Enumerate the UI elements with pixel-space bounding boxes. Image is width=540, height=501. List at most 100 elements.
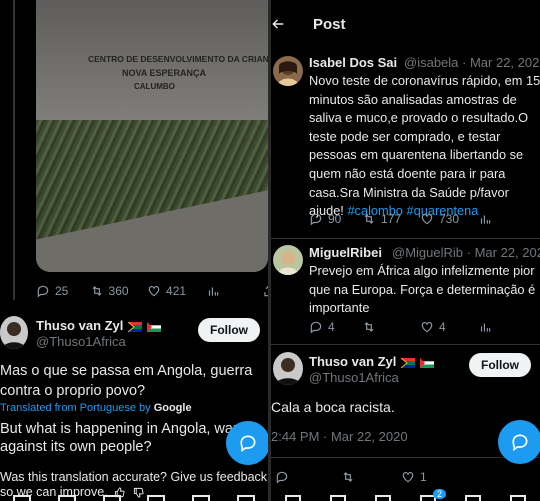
retweet-button[interactable] <box>362 320 420 334</box>
like-button[interactable]: 421 <box>147 284 206 298</box>
like-button[interactable]: 1 <box>401 470 461 484</box>
heart-icon <box>148 286 160 297</box>
tweet-handle[interactable]: @Thuso1Africa <box>309 370 399 385</box>
heart-icon <box>402 472 414 483</box>
avatar-photo <box>0 316 28 349</box>
tweet-handle: @MiguelRib <box>392 245 463 260</box>
reply-text: Mas o que se passa em Angola, guerra con… <box>0 363 253 399</box>
views-button[interactable] <box>478 320 528 334</box>
separator <box>271 344 540 345</box>
reply-count: 4 <box>328 320 335 334</box>
messages-tab-icon[interactable] <box>236 495 255 501</box>
reply-button[interactable]: 4 <box>309 320 362 334</box>
left-tweet-actions: 25 360 421 <box>36 284 268 298</box>
right-pane: Post Isabel Dos Sai @isabela · Mar 22, 2… <box>271 0 540 501</box>
grok-tab-icon[interactable] <box>375 495 392 501</box>
tweet-handle-date[interactable]: @MiguelRib · Mar 22, 2020 <box>392 245 540 260</box>
avatar-photo <box>273 56 303 86</box>
avatar[interactable] <box>273 352 303 385</box>
home-tab-icon[interactable] <box>13 495 32 501</box>
google-logo: Google <box>153 402 192 414</box>
separator <box>271 238 540 239</box>
tweet-handle-date[interactable]: @isabela · Mar 22, 2020 <box>404 55 540 70</box>
south-africa-flag-icon <box>128 321 143 332</box>
like-count: 730 <box>439 212 460 226</box>
tweet-author-name[interactable]: MiguelRibei <box>309 245 382 260</box>
search-tab-icon[interactable] <box>330 495 347 501</box>
tweet-date: · Mar 22, 2020 <box>466 245 540 260</box>
like-count: 421 <box>166 284 187 298</box>
notification-badge: 2 <box>433 489 447 499</box>
sign-line-2: NOVA ESPERANÇA <box>122 68 207 78</box>
avatar-photo <box>273 352 303 385</box>
avatar[interactable] <box>0 316 28 349</box>
translated-from-label[interactable]: Translated from Portuguese by <box>0 402 151 414</box>
sign-line-3: CALUMBO <box>134 82 175 91</box>
tweet-photo[interactable]: CENTRO DE DESENVOLVIMENTO DA CRIANÇA NOV… <box>36 0 268 272</box>
reply-button[interactable] <box>275 470 341 484</box>
reply-author-handle[interactable]: @Thuso1Africa <box>36 334 126 349</box>
heart-icon <box>421 322 433 333</box>
tweet-text-body: Novo teste de coronavírus rápido, em 15 … <box>309 73 540 219</box>
retweet-button[interactable]: 177 <box>362 212 420 226</box>
retweet-count: 177 <box>381 212 402 226</box>
heart-icon <box>421 214 433 225</box>
compose-fab[interactable] <box>226 421 268 465</box>
home-tab-icon[interactable] <box>285 495 302 501</box>
back-arrow-icon[interactable] <box>271 17 285 31</box>
reply-author-name[interactable]: Thuso van Zyl <box>36 318 161 333</box>
like-button[interactable]: 730 <box>420 212 478 226</box>
compose-fab[interactable] <box>498 420 540 464</box>
analytics-icon <box>480 323 491 332</box>
compose-reply-icon <box>512 434 528 452</box>
bottom-tab-bar <box>271 491 540 501</box>
retweet-button[interactable] <box>341 470 401 484</box>
views-button[interactable] <box>478 212 528 226</box>
reply-author-name-text: Thuso van Zyl <box>36 318 124 333</box>
analytics-icon <box>480 215 491 224</box>
tweet-author-name-text: Thuso van Zyl <box>309 354 397 369</box>
reply-icon <box>37 285 49 298</box>
notifications-tab-icon[interactable] <box>464 495 481 501</box>
retweet-count: 360 <box>108 284 129 298</box>
grok-tab-icon[interactable] <box>102 495 121 501</box>
sign-line-1: CENTRO DE DESENVOLVIMENTO DA CRIANÇA <box>88 54 268 64</box>
page-title: Post <box>313 16 346 33</box>
avatar[interactable] <box>273 245 303 275</box>
retweet-button[interactable]: 360 <box>90 284 147 298</box>
like-count: 1 <box>420 470 427 484</box>
thread-line <box>13 0 15 300</box>
reply-count: 25 <box>55 284 69 298</box>
tweet-author-name[interactable]: Thuso van Zyl <box>309 354 434 369</box>
tweet-timestamp[interactable]: 2:44 PM · Mar 22, 2020 <box>271 429 408 444</box>
follow-button[interactable]: Follow <box>198 318 260 342</box>
reply-icon <box>276 471 288 484</box>
retweet-icon <box>364 322 374 332</box>
south-africa-flag-icon <box>401 357 416 368</box>
follow-button[interactable]: Follow <box>469 353 531 377</box>
analytics-icon <box>209 287 219 296</box>
left-pane: CENTRO DE DESENVOLVIMENTO DA CRIANÇA NOV… <box>0 0 268 501</box>
reply-icon <box>310 321 322 334</box>
notifications-tab-icon[interactable] <box>191 495 210 501</box>
avatar[interactable] <box>273 56 303 86</box>
tweet-text: Novo teste de coronavírus rápido, em 15 … <box>309 72 540 221</box>
bottom-tab-bar <box>0 491 268 501</box>
reply-button[interactable]: 25 <box>36 284 90 298</box>
retweet-icon <box>343 472 353 482</box>
views-button[interactable] <box>206 284 262 298</box>
tweet-actions: 4 4 <box>309 320 540 334</box>
tweet-date: · Mar 22, 2020 <box>462 55 540 70</box>
communities-tab-icon[interactable] <box>147 495 166 501</box>
reply-button[interactable]: 90 <box>309 212 362 226</box>
tweet-author-name[interactable]: Isabel Dos Sai <box>309 55 397 70</box>
like-button[interactable]: 4 <box>420 320 478 334</box>
palestine-flag-icon <box>146 321 161 332</box>
tweet-text: Prevejo em África algo infelizmente pior… <box>309 263 536 315</box>
retweet-icon <box>364 214 374 224</box>
messages-tab-icon[interactable] <box>509 495 526 501</box>
translation-attribution: Translated from Portuguese by Google <box>0 402 192 414</box>
search-tab-icon[interactable] <box>57 495 76 501</box>
main-tweet-actions: 1 <box>275 470 537 484</box>
palestine-flag-icon <box>419 357 434 368</box>
